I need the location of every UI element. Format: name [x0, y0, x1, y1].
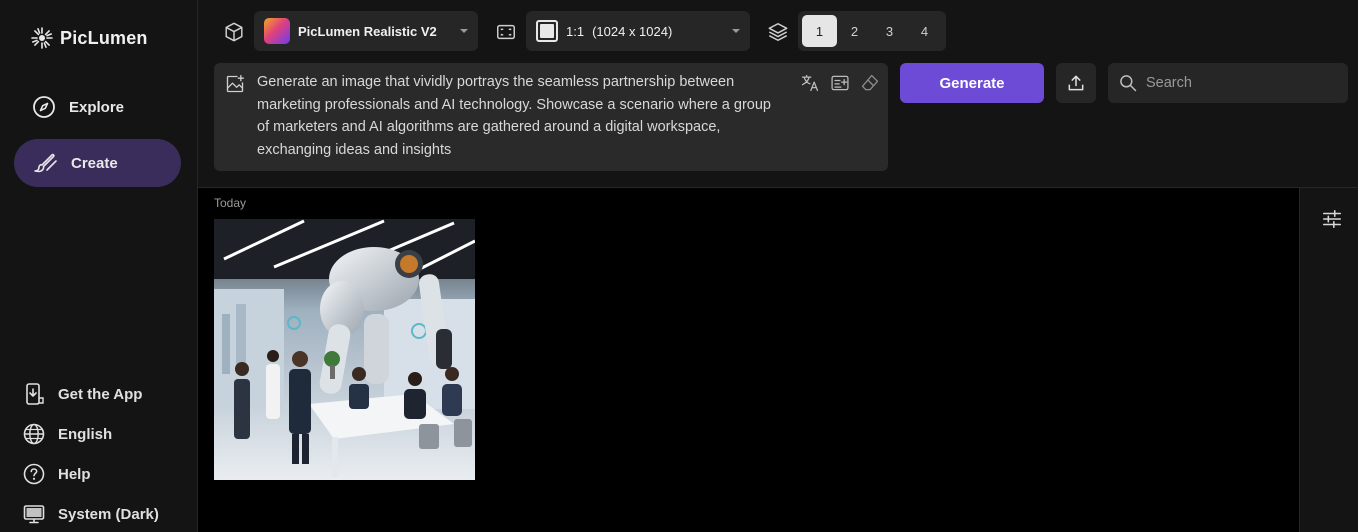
generation-toolbar: PicLumen Realistic V2 1:1 (1024 x 1024) …	[198, 0, 1358, 188]
phone-download-icon	[26, 383, 44, 405]
nav-create-label: Create	[71, 154, 118, 172]
logo[interactable]: PicLumen	[30, 26, 148, 50]
search-input[interactable]	[1146, 75, 1336, 91]
count-option-4[interactable]: 4	[907, 15, 942, 47]
chevron-down-icon	[460, 29, 468, 33]
help-link[interactable]: Help	[22, 462, 91, 486]
prompt-text[interactable]: Generate an image that vividly portrays …	[257, 71, 787, 161]
gallery: Today	[198, 188, 1299, 532]
aspect-ratio-select[interactable]: 1:1 (1024 x 1024)	[526, 11, 750, 51]
model-thumbnail	[264, 18, 290, 44]
piclumen-logo-icon	[31, 27, 53, 49]
count-option-2[interactable]: 2	[837, 15, 872, 47]
model-select-value: PicLumen Realistic V2	[298, 23, 437, 39]
nav-create[interactable]: Create	[14, 139, 181, 187]
upload-button[interactable]	[1056, 63, 1096, 103]
search-box	[1108, 63, 1348, 103]
generated-image[interactable]	[214, 219, 475, 480]
globe-icon	[23, 423, 45, 445]
right-rail	[1299, 188, 1358, 532]
get-app-label: Get the App	[58, 385, 143, 403]
model-icon	[222, 20, 246, 44]
prompt-input[interactable]: Generate an image that vividly portrays …	[214, 63, 888, 171]
image-upload-icon[interactable]	[225, 74, 245, 94]
cube-icon	[225, 22, 243, 42]
ratio-size: (1024 x 1024)	[592, 23, 673, 39]
monitor-icon	[23, 505, 45, 524]
model-select[interactable]: PicLumen Realistic V2	[254, 11, 478, 51]
generated-image-art	[214, 219, 475, 480]
prompt-enhance-icon[interactable]	[830, 73, 850, 93]
layers-icon	[768, 23, 788, 41]
language-selector[interactable]: English	[22, 422, 112, 446]
brush-icon	[34, 153, 57, 173]
nav-explore[interactable]: Explore	[14, 83, 181, 131]
image-count-selector: 1 2 3 4	[798, 11, 946, 51]
prompt-tools	[800, 73, 880, 93]
generate-button[interactable]: Generate	[900, 63, 1044, 103]
batch-icon-wrap	[766, 20, 790, 44]
search-icon	[1120, 75, 1137, 92]
date-group-label: Today	[214, 196, 247, 210]
language-label: English	[58, 425, 113, 443]
ratio-value: 1:1	[566, 23, 585, 39]
square-ratio-icon	[536, 20, 558, 42]
count-option-3[interactable]: 3	[872, 15, 907, 47]
help-icon	[23, 463, 45, 485]
clear-prompt-icon[interactable]	[860, 73, 880, 93]
chevron-down-icon	[732, 29, 740, 33]
translate-icon[interactable]	[800, 73, 820, 93]
compass-icon	[33, 96, 55, 118]
help-label: Help	[58, 465, 91, 483]
theme-selector[interactable]: System (Dark)	[22, 502, 159, 526]
aspect-ratio-icon-wrap	[494, 20, 518, 44]
sidebar: PicLumen Explore Create Get the App Engl…	[0, 0, 198, 532]
get-app-link[interactable]: Get the App	[22, 382, 142, 406]
theme-label: System (Dark)	[58, 505, 159, 523]
count-option-1[interactable]: 1	[802, 15, 837, 47]
nav-explore-label: Explore	[69, 98, 125, 116]
app-name: PicLumen	[60, 27, 148, 48]
aspect-ratio-icon	[497, 24, 515, 40]
filter-settings-icon[interactable]	[1321, 208, 1343, 230]
upload-icon	[1068, 75, 1084, 91]
